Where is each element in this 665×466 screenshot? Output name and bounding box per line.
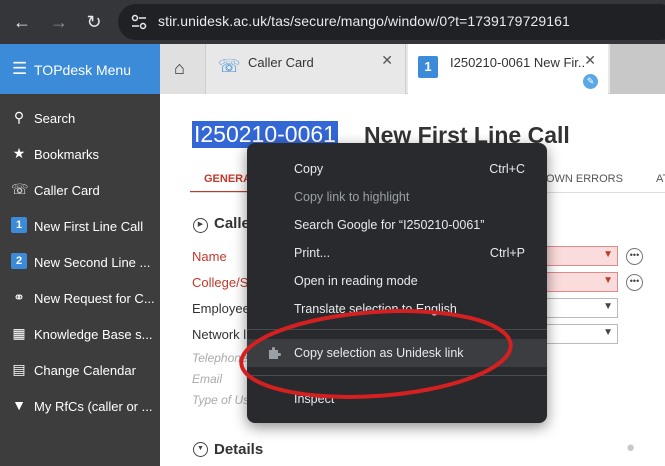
menu-separator: [247, 329, 547, 330]
tab-strip-filler: [610, 44, 665, 94]
second-line-call-icon: 2: [11, 253, 27, 269]
details-section-title: Details: [214, 441, 264, 458]
hamburger-icon: ☰: [12, 59, 28, 78]
bookmark-icon: ★: [12, 145, 26, 161]
close-icon[interactable]: ✕: [381, 52, 393, 69]
tab-at[interactable]: AT: [656, 173, 665, 185]
name-label: Name: [192, 249, 227, 264]
context-menu: Copy Ctrl+C Copy link to highlight Searc…: [247, 143, 547, 423]
tab-general[interactable]: GENERA: [204, 173, 251, 185]
chevron-down-icon[interactable]: ▼: [193, 442, 208, 457]
employee-label: Employee: [192, 301, 250, 316]
telephone-label: Telephone: [192, 351, 248, 365]
menu-item-label: Print...: [294, 246, 331, 260]
url-text[interactable]: stir.unidesk.ac.uk/tas/secure/mango/wind…: [158, 13, 570, 29]
sidebar: ☰ TOPdesk Menu ⚲ Search ★ Bookmarks ☏ Ca…: [0, 44, 160, 466]
sidebar-item-bookmarks[interactable]: ★ Bookmarks: [0, 136, 160, 172]
menu-header-label: TOPdesk Menu: [34, 62, 132, 78]
chevron-down-icon: ▼: [603, 249, 613, 260]
calendar-icon: ▤: [12, 361, 26, 377]
sidebar-item-label: New First Line Call: [34, 219, 144, 234]
menu-item-copy-link-to-highlight: Copy link to highlight: [247, 183, 547, 211]
menu-separator: [247, 375, 547, 376]
sidebar-item-label: New Request for C...: [34, 291, 154, 306]
menu-item-label: Copy: [294, 162, 324, 176]
menu-item-label: Copy link to highlight: [294, 190, 410, 204]
edit-icon[interactable]: ✎: [583, 74, 598, 89]
menu-item-open-reading-mode[interactable]: Open in reading mode: [247, 267, 547, 295]
sidebar-item-change-calendar[interactable]: ▤ Change Calendar: [0, 352, 160, 388]
sidebar-item-new-request-for-change[interactable]: ⚭ New Request for C...: [0, 280, 160, 316]
menu-item-copy-unidesk-link[interactable]: Copy selection as Unidesk link: [247, 339, 547, 367]
menu-item-shortcut: Ctrl+P: [489, 246, 525, 260]
topdesk-menu-button[interactable]: ☰ TOPdesk Menu: [0, 44, 160, 94]
sidebar-item-label: New Second Line ...: [34, 255, 151, 270]
tab-known-errors[interactable]: NOWN ERRORS: [538, 173, 623, 185]
tab-caller-card[interactable]: ☏ Caller Card ✕: [206, 44, 406, 94]
employee-field[interactable]: ▼: [540, 298, 618, 318]
sidebar-item-label: My RfCs (caller or ...: [34, 399, 153, 414]
college-label: College/S: [192, 275, 249, 290]
sidebar-item-new-first-line-call[interactable]: 1 New First Line Call: [0, 208, 160, 244]
menu-item-label: Search Google for “I250210-0061”: [294, 218, 485, 232]
sidebar-item-label: Caller Card: [34, 183, 100, 198]
caller-card-icon: ☏: [218, 56, 241, 76]
tab-call[interactable]: 1 I250210-0061 New Fir... ✕ ✎: [408, 44, 608, 94]
network-field[interactable]: ▼: [540, 324, 618, 344]
type-of-user-label: Type of Us: [192, 393, 250, 407]
tab-label: I250210-0061 New Fir...: [450, 55, 585, 70]
sidebar-item-label: Change Calendar: [34, 363, 136, 378]
request-change-icon: ⚭: [13, 289, 25, 305]
caller-card-icon: ☏: [11, 181, 29, 197]
sidebar-item-my-rfcs[interactable]: ▼ My RfCs (caller or ...: [0, 388, 160, 424]
caller-section-title: Calle: [214, 215, 250, 232]
menu-item-label: Copy selection as Unidesk link: [294, 346, 464, 360]
more-options-icon[interactable]: •••: [626, 248, 643, 265]
knowledge-base-icon: ▦: [12, 325, 26, 341]
reload-icon[interactable]: ↻: [80, 8, 108, 36]
college-field[interactable]: ▼: [540, 272, 618, 292]
browser-toolbar: ← → ↻ stir.unidesk.ac.uk/tas/secure/mang…: [0, 0, 665, 44]
name-field[interactable]: ▼: [540, 246, 618, 266]
menu-item-translate-selection[interactable]: Translate selection to English: [247, 295, 547, 323]
chevron-down-icon: ▼: [603, 301, 613, 312]
email-label: Email: [192, 372, 223, 386]
network-label: Network l: [192, 327, 247, 342]
menu-item-copy[interactable]: Copy Ctrl+C: [247, 155, 547, 183]
menu-item-print[interactable]: Print... Ctrl+P: [247, 239, 547, 267]
menu-item-search-google[interactable]: Search Google for “I250210-0061”: [247, 211, 547, 239]
close-icon[interactable]: ✕: [584, 52, 596, 69]
sidebar-item-label: Knowledge Base s...: [34, 327, 153, 342]
extension-puzzle-icon: [269, 347, 281, 359]
tab-label: Caller Card: [248, 55, 314, 70]
first-line-call-icon: 1: [11, 217, 27, 233]
address-bar[interactable]: stir.unidesk.ac.uk/tas/secure/mango/wind…: [118, 4, 665, 40]
menu-item-label: Open in reading mode: [294, 274, 418, 288]
more-options-icon[interactable]: •••: [626, 274, 643, 291]
search-icon: ⚲: [13, 109, 25, 125]
menu-item-shortcut: Ctrl+C: [489, 162, 525, 176]
home-icon: ⌂: [174, 58, 185, 78]
menu-item-inspect[interactable]: Inspect: [247, 385, 547, 413]
sidebar-item-search[interactable]: ⚲ Search: [0, 100, 160, 136]
lightbulb-icon: ●: [626, 439, 636, 456]
forward-icon[interactable]: →: [45, 8, 73, 36]
sidebar-item-caller-card[interactable]: ☏ Caller Card: [0, 172, 160, 208]
home-tab[interactable]: ⌂: [160, 44, 206, 94]
chevron-down-icon: ▼: [603, 275, 613, 286]
filter-icon: ▼: [12, 397, 26, 413]
back-icon[interactable]: ←: [8, 8, 36, 36]
site-info-icon[interactable]: [130, 13, 148, 31]
menu-item-label: Inspect: [294, 392, 335, 406]
tab-strip: ⌂ ☏ Caller Card ✕ 1 I250210-0061 New Fir…: [160, 44, 665, 94]
chevron-down-icon: ▼: [603, 327, 613, 338]
first-line-call-icon: 1: [418, 56, 438, 78]
sidebar-item-knowledge-base[interactable]: ▦ Knowledge Base s...: [0, 316, 160, 352]
sidebar-item-label: Search: [34, 111, 76, 126]
menu-item-label: Translate selection to English: [294, 302, 457, 316]
chevron-right-icon[interactable]: ▶: [193, 218, 208, 233]
sidebar-item-new-second-line[interactable]: 2 New Second Line ...: [0, 244, 160, 280]
sidebar-item-label: Bookmarks: [34, 147, 100, 162]
